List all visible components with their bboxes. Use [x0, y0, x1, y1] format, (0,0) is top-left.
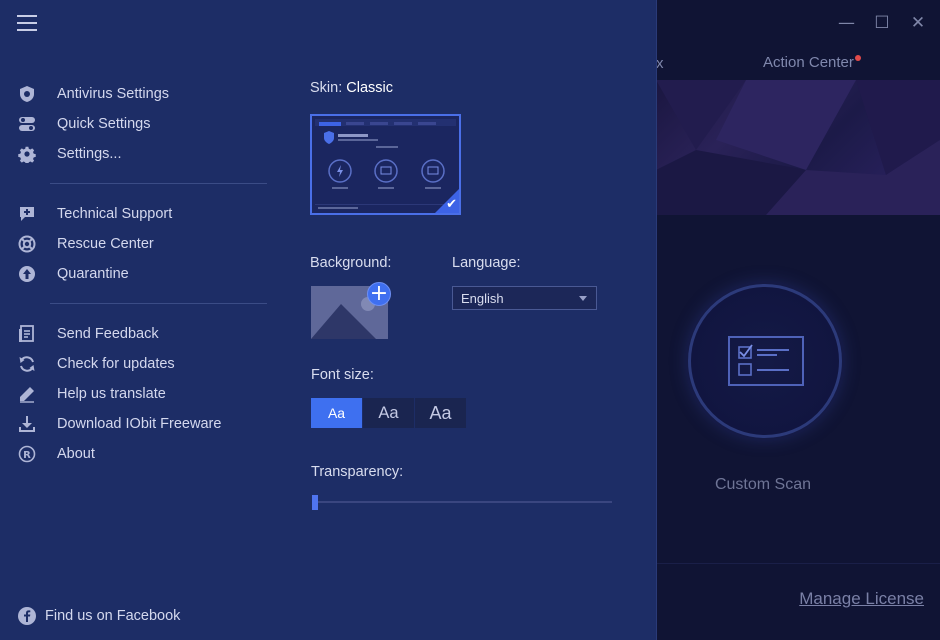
- refresh-icon: [17, 354, 37, 374]
- menu-item-label: Help us translate: [57, 386, 166, 402]
- add-background-button[interactable]: +: [367, 282, 391, 306]
- custom-scan-button[interactable]: [688, 284, 842, 438]
- checkmark-icon: ✔: [446, 197, 457, 212]
- background-label: Background:: [310, 255, 392, 271]
- transparency-slider-handle[interactable]: [312, 495, 318, 510]
- font-size-label: Font size:: [311, 367, 374, 383]
- menu-item-rescue-center[interactable]: Rescue Center: [17, 229, 267, 259]
- hero-banner: [656, 80, 940, 215]
- menu-item-label: Rescue Center: [57, 236, 154, 252]
- facebook-label: Find us on Facebook: [45, 608, 181, 624]
- menu-item-label: About: [57, 446, 95, 462]
- menu-item-label: Quarantine: [57, 266, 129, 282]
- hamburger-menu-icon[interactable]: [17, 15, 37, 31]
- menu-item-settings[interactable]: Settings...: [17, 139, 267, 169]
- menu-item-label: Send Feedback: [57, 326, 159, 342]
- menu-item-help-translate[interactable]: Help us translate: [17, 379, 267, 409]
- feedback-icon: [17, 324, 37, 344]
- svg-text:R: R: [23, 450, 31, 461]
- menu-item-label: Technical Support: [57, 206, 173, 222]
- shield-gear-icon: [17, 84, 37, 104]
- menu-divider: [50, 303, 267, 304]
- skin-thumbnail-classic[interactable]: ✔: [310, 114, 461, 215]
- close-button[interactable]: ✕: [910, 12, 926, 34]
- custom-scan-label: Custom Scan: [714, 476, 812, 493]
- font-size-selector: Aa Aa Aa: [311, 398, 467, 428]
- pencil-icon: [17, 384, 37, 404]
- facebook-link[interactable]: Find us on Facebook: [17, 606, 180, 626]
- menu-item-download-freeware[interactable]: Download IObit Freeware: [17, 409, 267, 439]
- menu-item-label: Download IObit Freeware: [57, 416, 222, 432]
- transparency-label: Transparency:: [311, 464, 404, 480]
- menu-divider: [50, 183, 267, 184]
- menu-item-label: Quick Settings: [57, 116, 151, 132]
- download-icon: [17, 414, 37, 434]
- maximize-button[interactable]: ☐: [874, 12, 890, 34]
- menu-item-label: Check for updates: [57, 356, 175, 372]
- menu-item-about[interactable]: R About: [17, 439, 267, 469]
- registered-icon: R: [17, 444, 37, 464]
- toggle-icon: [17, 114, 37, 134]
- language-value: English: [461, 290, 504, 306]
- gear-icon: [17, 144, 37, 164]
- menu-item-technical-support[interactable]: Technical Support: [17, 199, 267, 229]
- chevron-down-icon: [579, 295, 587, 301]
- tab-action-center[interactable]: Action Center: [763, 54, 854, 71]
- menu-item-quick-settings[interactable]: Quick Settings: [17, 109, 267, 139]
- footer-divider: [656, 563, 940, 564]
- quarantine-icon: [17, 264, 37, 284]
- skin-field: Skin: Classic: [310, 80, 393, 96]
- font-size-large-button[interactable]: Aa: [415, 398, 466, 428]
- notification-dot: [855, 55, 861, 61]
- font-size-small-button[interactable]: Aa: [311, 398, 362, 428]
- checklist-icon: [728, 336, 804, 386]
- lifebuoy-icon: [17, 234, 37, 254]
- support-chat-icon: [17, 204, 37, 224]
- language-label: Language:: [452, 255, 521, 271]
- menu-item-quarantine[interactable]: Quarantine: [17, 259, 267, 289]
- menu-item-check-updates[interactable]: Check for updates: [17, 349, 267, 379]
- menu-item-label: Settings...: [57, 146, 122, 162]
- window-controls: — ☐ ✕: [838, 12, 926, 34]
- facebook-icon: [17, 606, 37, 626]
- skin-value: Classic: [346, 80, 393, 96]
- menu-item-send-feedback[interactable]: Send Feedback: [17, 319, 267, 349]
- manage-license-link[interactable]: Manage License: [799, 589, 924, 609]
- settings-menu-panel: Antivirus Settings Quick Settings Settin…: [0, 0, 657, 640]
- menu-list: Antivirus Settings Quick Settings Settin…: [17, 79, 267, 469]
- minimize-button[interactable]: —: [838, 12, 855, 34]
- skin-label: Skin:: [310, 80, 343, 96]
- nav-tab-partial[interactable]: x: [656, 55, 664, 72]
- font-size-medium-button[interactable]: Aa: [363, 398, 414, 428]
- transparency-slider-track[interactable]: [314, 501, 612, 503]
- language-dropdown[interactable]: English: [452, 286, 597, 310]
- menu-item-antivirus-settings[interactable]: Antivirus Settings: [17, 79, 267, 109]
- menu-item-label: Antivirus Settings: [57, 86, 170, 102]
